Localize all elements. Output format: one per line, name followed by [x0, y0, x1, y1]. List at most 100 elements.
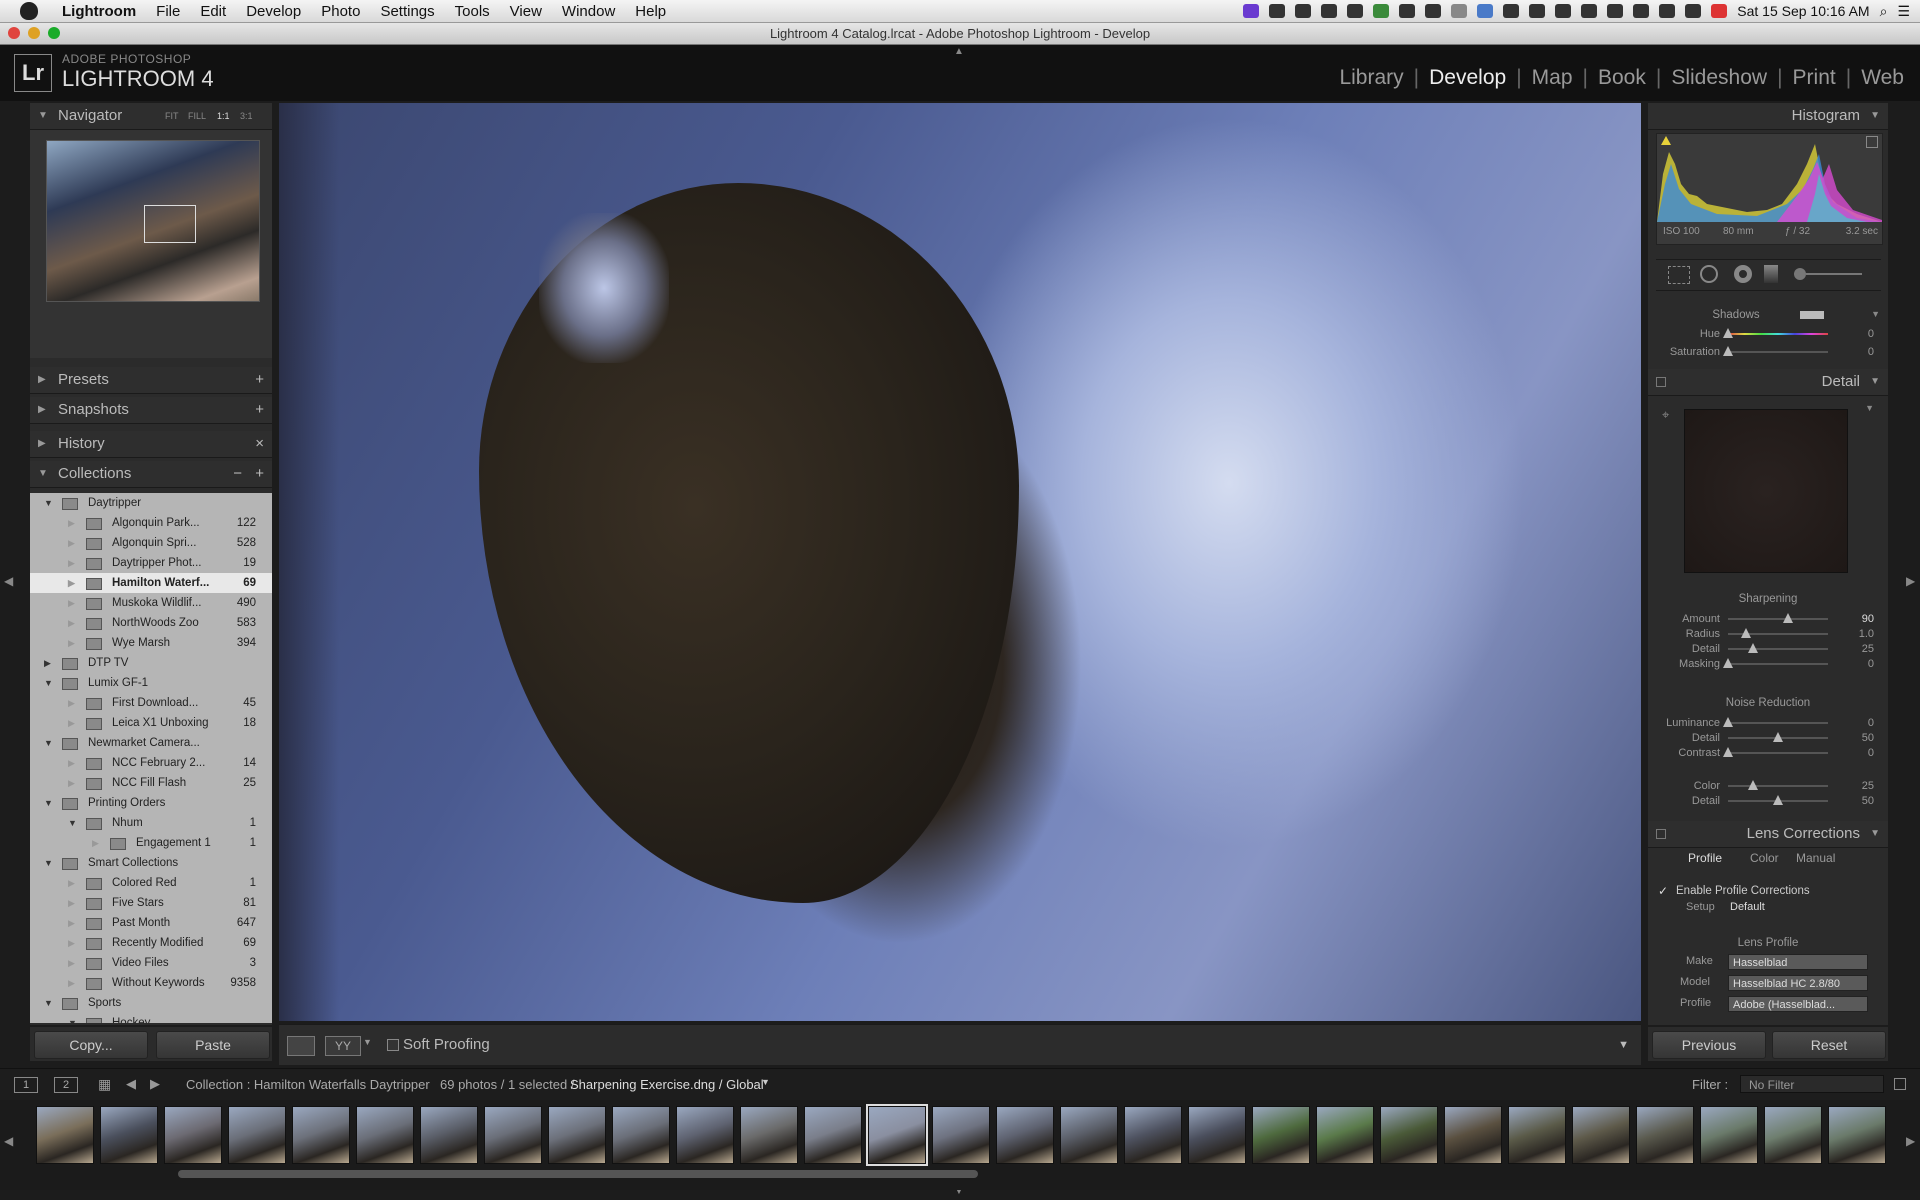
disclosure-right-icon[interactable]: ▶: [68, 593, 75, 613]
disclosure-right-icon[interactable]: ▶: [38, 367, 46, 393]
tray-window-icon[interactable]: [1399, 4, 1416, 18]
profile-select[interactable]: Adobe (Hasselblad...: [1728, 996, 1868, 1012]
slider-track[interactable]: [1728, 643, 1828, 653]
eject-icon[interactable]: [1659, 4, 1676, 18]
minimize-window-icon[interactable]: [28, 27, 40, 39]
slider-row[interactable]: Contrast 0: [1648, 744, 1888, 762]
collection-row[interactable]: ▼ Smart Collections: [30, 853, 272, 873]
split-saturation-slider[interactable]: Saturation 0: [1648, 343, 1888, 361]
tray-gear-icon[interactable]: [1347, 4, 1364, 18]
panel-switch-icon[interactable]: [1656, 829, 1666, 839]
filmstrip-thumbnail[interactable]: [1572, 1106, 1630, 1164]
menu-file[interactable]: File: [146, 3, 190, 20]
zoom-fit[interactable]: FIT: [165, 103, 179, 129]
slider-knob[interactable]: [1723, 328, 1733, 338]
slider-row[interactable]: Detail 50: [1648, 792, 1888, 810]
collection-row[interactable]: ▶ First Download... 45: [30, 693, 272, 713]
tray-meter-icon[interactable]: [1451, 4, 1468, 18]
filmstrip-thumbnail[interactable]: [676, 1106, 734, 1164]
collections-header[interactable]: ▼ Collections − +: [30, 461, 272, 488]
menu-tools[interactable]: Tools: [445, 3, 500, 20]
filmstrip-scrollbar[interactable]: [178, 1170, 978, 1178]
module-print[interactable]: Print: [1783, 66, 1846, 90]
disclosure-right-icon[interactable]: ▶: [68, 513, 75, 533]
filmstrip-thumbnail[interactable]: [100, 1106, 158, 1164]
filmstrip-thumbnail[interactable]: [1252, 1106, 1310, 1164]
filename-dropdown-icon[interactable]: ▼: [761, 1077, 770, 1087]
collection-row[interactable]: ▶ NCC February 2... 14: [30, 753, 272, 773]
detail-preview[interactable]: [1684, 409, 1848, 573]
slider-knob[interactable]: [1783, 613, 1793, 623]
disclosure-down-icon[interactable]: ▼: [38, 461, 48, 487]
enable-profile-checkbox[interactable]: ✓: [1658, 884, 1668, 898]
slider-knob[interactable]: [1748, 643, 1758, 653]
spotlight-icon[interactable]: ⌕: [1880, 3, 1888, 20]
slider-track[interactable]: [1728, 780, 1828, 790]
volume-icon[interactable]: [1633, 4, 1650, 18]
collection-row[interactable]: ▶ Five Stars 81: [30, 893, 272, 913]
histogram-display[interactable]: ISO 100 80 mm ƒ / 32 3.2 sec: [1656, 133, 1883, 245]
top-panel-toggle-icon[interactable]: ▲: [954, 46, 964, 57]
menubar-clock[interactable]: Sat 15 Sep 10:16 AM: [1737, 3, 1869, 19]
add-snapshot-icon[interactable]: +: [255, 397, 264, 423]
disclosure-right-icon[interactable]: ▶: [68, 753, 75, 773]
disclosure-down-icon[interactable]: ▼: [38, 103, 48, 129]
collection-row[interactable]: ▶ NCC Fill Flash 25: [30, 773, 272, 793]
slider-value[interactable]: 0: [1868, 325, 1874, 343]
bluetooth-icon[interactable]: [1503, 4, 1520, 18]
disclosure-right-icon[interactable]: ▶: [68, 573, 75, 593]
slider-knob[interactable]: [1748, 780, 1758, 790]
forward-arrow-icon[interactable]: ▶: [150, 1076, 160, 1092]
menu-edit[interactable]: Edit: [190, 3, 236, 20]
module-book[interactable]: Book: [1588, 66, 1656, 90]
shadow-clipping-icon[interactable]: [1661, 136, 1671, 145]
filmstrip-thumbnail[interactable]: [1444, 1106, 1502, 1164]
main-photo-canvas[interactable]: [279, 103, 1641, 1021]
filmstrip-thumbnail[interactable]: [356, 1106, 414, 1164]
slider-row[interactable]: Masking 0: [1648, 655, 1888, 673]
filmstrip-source[interactable]: Collection : Hamilton Waterfalls Daytrip…: [186, 1077, 430, 1092]
module-web[interactable]: Web: [1851, 66, 1914, 90]
disclosure-down-icon[interactable]: ▼: [1870, 369, 1880, 395]
navigator-header[interactable]: ▼ Navigator FIT FILL 1:1 3:1: [30, 103, 272, 130]
disclosure-right-icon[interactable]: ▶: [68, 873, 75, 893]
slider-knob[interactable]: [1773, 732, 1783, 742]
collection-row[interactable]: ▼ Daytripper: [30, 493, 272, 513]
add-collection-icon[interactable]: +: [255, 461, 264, 487]
menu-develop[interactable]: Develop: [236, 3, 311, 20]
disclosure-right-icon[interactable]: ▶: [68, 533, 75, 553]
right-panel-toggle-icon[interactable]: ▶: [1906, 574, 1915, 588]
grid-view-icon[interactable]: ▦: [98, 1076, 111, 1093]
setup-select[interactable]: Default: [1730, 901, 1765, 913]
graduated-filter-icon[interactable]: [1764, 265, 1778, 283]
slider-track[interactable]: [1723, 346, 1828, 356]
disclosure-right-icon[interactable]: ▶: [68, 953, 75, 973]
slider-knob[interactable]: [1773, 795, 1783, 805]
main-window-button[interactable]: 1: [14, 1077, 38, 1093]
filmstrip-thumbnail[interactable]: [1700, 1106, 1758, 1164]
disclosure-down-icon[interactable]: ▼: [44, 793, 53, 813]
time-machine-icon[interactable]: [1529, 4, 1546, 18]
disclosure-down-icon[interactable]: ▼: [68, 1013, 77, 1023]
histogram-header[interactable]: Histogram ▼: [1648, 103, 1888, 130]
lens-corrections-header[interactable]: Lens Corrections ▼: [1648, 821, 1888, 848]
zoom-fill[interactable]: FILL: [188, 103, 206, 129]
tab-manual[interactable]: Manual: [1796, 851, 1835, 865]
disclosure-right-icon[interactable]: ▶: [92, 833, 99, 853]
module-develop[interactable]: Develop: [1419, 66, 1516, 90]
remove-collection-icon[interactable]: −: [233, 461, 242, 487]
detail-preview-menu-icon[interactable]: ▼: [1865, 403, 1874, 413]
menu-photo[interactable]: Photo: [311, 3, 370, 20]
disclosure-right-icon[interactable]: ▶: [38, 431, 46, 457]
tab-color[interactable]: Color: [1750, 851, 1779, 865]
collection-row[interactable]: ▶ Colored Red 1: [30, 873, 272, 893]
adjustment-brush-icon[interactable]: [1794, 268, 1864, 280]
filmstrip-thumbnail[interactable]: [932, 1106, 990, 1164]
toolbar-menu-icon[interactable]: ▼: [1618, 1039, 1629, 1051]
disclosure-right-icon[interactable]: ▶: [68, 933, 75, 953]
filmstrip-scroll-left-icon[interactable]: ◀: [4, 1134, 13, 1148]
disclosure-down-icon[interactable]: ▼: [1871, 309, 1880, 319]
slider-value[interactable]: 50: [1862, 792, 1874, 810]
filmstrip-scroll-right-icon[interactable]: ▶: [1906, 1134, 1915, 1148]
disclosure-right-icon[interactable]: ▶: [38, 397, 46, 423]
